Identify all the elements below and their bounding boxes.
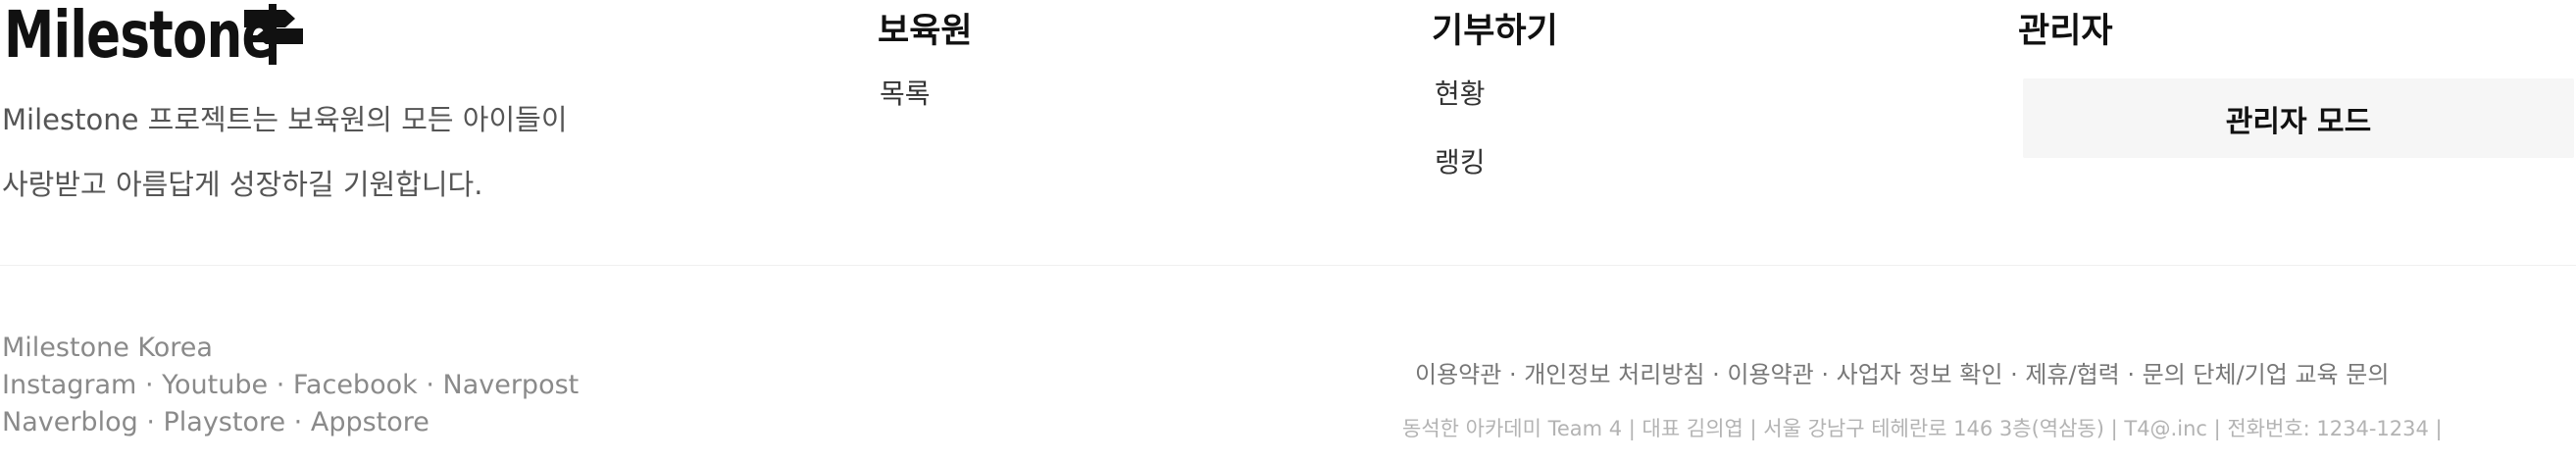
signpost-icon (242, 0, 311, 71)
naverblog-link[interactable]: Naverblog (2, 407, 138, 437)
youtube-link[interactable]: Youtube (162, 370, 268, 400)
admin-section-title: 관리자 (2018, 12, 2113, 51)
donate-ranking-link[interactable]: 랭킹 (1435, 145, 1486, 180)
separator: · (2002, 361, 2026, 388)
naverpost-link[interactable]: Naverpost (443, 370, 580, 400)
brand-description-line-2: 사랑받고 아름답게 성장하길 기원합니다. (2, 168, 483, 201)
separator: · (268, 370, 293, 400)
orphanage-list-link[interactable]: 목록 (880, 77, 931, 112)
separator: · (136, 370, 163, 400)
instagram-link[interactable]: Instagram (2, 370, 136, 400)
separator: · (285, 407, 311, 437)
social-links-row-2: Naverblog · Playstore · Appstore (2, 404, 429, 441)
company-name: Milestone Korea (2, 333, 213, 363)
orphanage-section-title: 보육원 (878, 12, 973, 51)
logo[interactable]: Milestone (4, 0, 352, 71)
playstore-link[interactable]: Playstore (163, 407, 285, 437)
terms-link[interactable]: 이용약관 (1415, 361, 1501, 388)
donate-section-title: 기부하기 (1432, 12, 1558, 51)
separator: · (1704, 361, 1728, 388)
logo-text: Milestone (4, 0, 276, 73)
facebook-link[interactable]: Facebook (293, 370, 418, 400)
company-info: 동석한 아카데미 Team 4 | 대표 김의엽 | 서울 강남구 테헤란로 1… (1402, 417, 2443, 440)
business-info-link[interactable]: 사업자 정보 확인 (1837, 361, 2003, 388)
appstore-link[interactable]: Appstore (311, 407, 429, 437)
social-links-row-1: Instagram · Youtube · Facebook · Naverpo… (2, 367, 579, 404)
separator: · (417, 370, 443, 400)
education-inquiry-link[interactable]: 문의 단체/기업 교육 문의 (2143, 361, 2390, 388)
separator: · (2119, 361, 2143, 388)
privacy-policy-link[interactable]: 개인정보 처리방침 (1524, 361, 1704, 388)
donate-status-link[interactable]: 현황 (1435, 77, 1486, 112)
admin-mode-button[interactable]: 관리자 모드 (2023, 78, 2574, 158)
partnership-link[interactable]: 제휴/협력 (2025, 361, 2119, 388)
brand-description-line-1: Milestone 프로젝트는 보육원의 모든 아이들이 (2, 103, 568, 136)
separator: · (1813, 361, 1837, 388)
terms-link-2[interactable]: 이용약관 (1727, 361, 1813, 388)
footer-divider (0, 265, 2576, 266)
separator: · (137, 407, 164, 437)
separator: · (1501, 361, 1525, 388)
policy-links: 이용약관 · 개인정보 처리방침 · 이용약관 · 사업자 정보 확인 · 제휴… (1415, 359, 2389, 390)
